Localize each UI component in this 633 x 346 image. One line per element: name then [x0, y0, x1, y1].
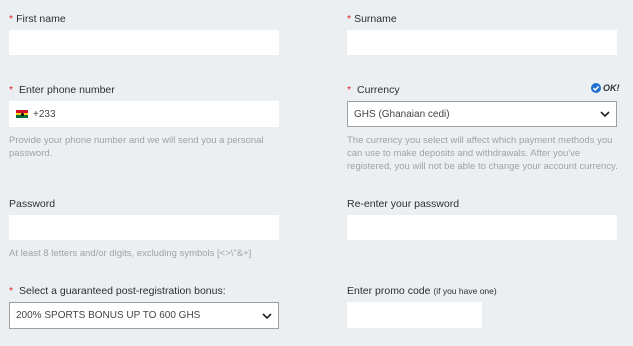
password-hint: At least 8 letters and/or digits, exclud…	[9, 248, 252, 259]
promo-code-input[interactable]	[347, 302, 482, 328]
phone-label-text: Enter phone number	[19, 84, 115, 96]
bonus-label-text: Select a guaranteed post-registration bo…	[19, 285, 226, 297]
currency-selected-value: GHS (Ghanaian cedi)	[354, 108, 450, 120]
check-circle-icon	[591, 83, 601, 93]
promo-label-text: Enter promo code	[347, 285, 431, 297]
bonus-select[interactable]: 200% SPORTS BONUS UP TO 600 GHS	[9, 302, 279, 329]
reenter-password-label-text: Re-enter your password	[347, 198, 460, 210]
bonus-label: * Select a guaranteed post-registration …	[9, 285, 226, 297]
required-marker: *	[9, 13, 14, 25]
bonus-selected-value: 200% SPORTS BONUS UP TO 600 GHS	[16, 310, 201, 321]
surname-input[interactable]	[347, 30, 617, 55]
required-marker: *	[9, 285, 14, 297]
promo-label-note: (if you have one)	[433, 286, 497, 296]
required-marker: *	[347, 84, 352, 96]
first-name-label-text: First name	[16, 13, 66, 25]
surname-label-text: Surname	[354, 13, 397, 25]
currency-label: * Currency	[347, 84, 400, 96]
phone-hint: Provide your phone number and we will se…	[9, 135, 264, 159]
phone-input[interactable]: +233	[9, 101, 279, 127]
required-marker: *	[347, 13, 352, 25]
phone-prefix: +233	[33, 108, 56, 120]
currency-select[interactable]: GHS (Ghanaian cedi)	[347, 101, 617, 127]
chevron-down-icon	[262, 312, 272, 319]
required-marker: *	[9, 84, 14, 96]
password-label: Password	[9, 198, 55, 210]
phone-label: * Enter phone number	[9, 84, 115, 96]
surname-label: * Surname	[347, 13, 397, 25]
currency-label-text: Currency	[357, 84, 400, 96]
promo-label: Enter promo code (if you have one)	[347, 285, 497, 297]
currency-hint: The currency you select will affect whic…	[347, 135, 618, 172]
password-input[interactable]	[9, 215, 279, 240]
reenter-password-input[interactable]	[347, 215, 617, 240]
reenter-password-label: Re-enter your password	[347, 198, 459, 210]
currency-ok-status: OK!	[591, 83, 620, 93]
chevron-down-icon	[600, 111, 610, 118]
password-label-text: Password	[9, 198, 56, 210]
ok-text: OK!	[603, 83, 620, 93]
first-name-label: * First name	[9, 13, 66, 25]
first-name-input[interactable]	[9, 30, 279, 55]
ghana-flag-icon	[16, 110, 28, 118]
